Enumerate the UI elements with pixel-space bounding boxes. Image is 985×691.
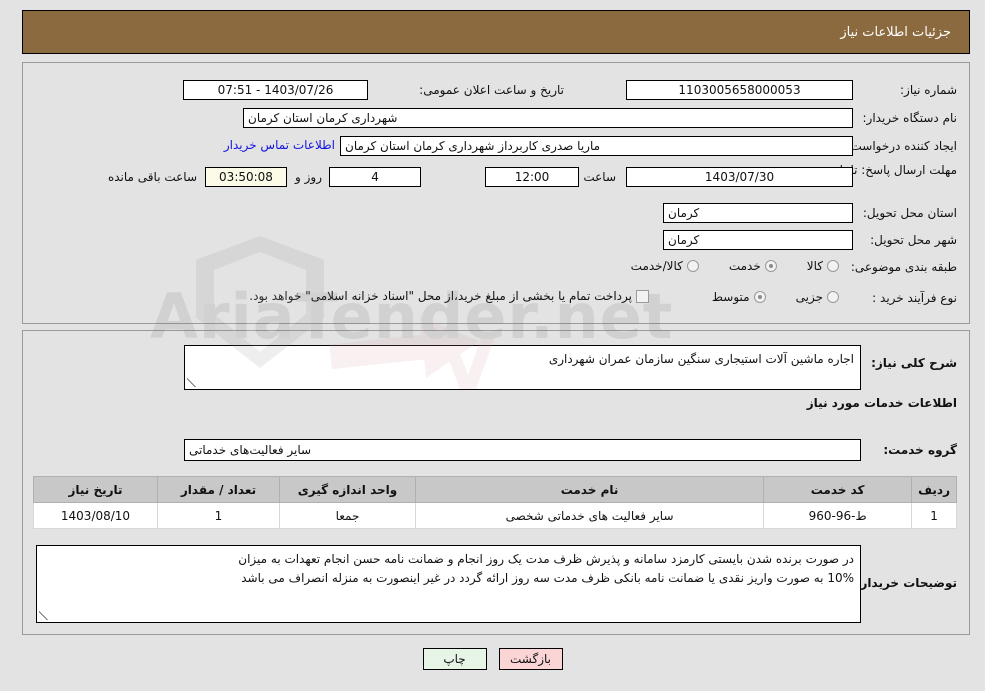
buyer-org-label: نام دستگاه خریدار: (862, 111, 958, 125)
countdown-field: 03:50:08 (205, 167, 287, 187)
deadline-hour-label: ساعت (583, 170, 616, 184)
print-button[interactable]: چاپ (422, 648, 487, 670)
requester-label: ایجاد کننده درخواست: (846, 139, 957, 153)
back-button[interactable]: بازگشت (498, 648, 563, 670)
buyer-notes-label: توضیحات خریدار: (855, 576, 957, 590)
remaining-time-label: ساعت باقی مانده (107, 170, 197, 184)
radio-category-kala[interactable] (827, 260, 839, 272)
radio-category-kala-label: کالا (806, 259, 823, 273)
buyer-notes-line-1: در صورت برنده شدن بایستی کارمزد سامانه و… (238, 552, 854, 566)
delivery-province-label: استان محل تحویل: (862, 206, 957, 220)
need-number-label: شماره نیاز: (900, 83, 957, 97)
service-items-table: ردیف کد خدمت نام خدمت واحد اندازه گیری ت… (33, 476, 957, 529)
need-summary-panel: شماره نیاز: 1103005658000053 تاریخ و ساع… (22, 62, 970, 324)
treasury-payment-text: پرداخت تمام یا بخشی از مبلغ خرید،از محل … (249, 289, 632, 303)
action-button-bar: بازگشت چاپ (0, 648, 985, 670)
radio-category-kala-khedmat-label: کالا/خدمت (630, 259, 683, 273)
table-header-row: ردیف کد خدمت نام خدمت واحد اندازه گیری ت… (33, 476, 957, 503)
general-description-textarea[interactable]: اجاره ماشین آلات استیجاری سنگین سازمان ع… (184, 345, 861, 390)
delivery-city-label: شهر محل تحویل: (870, 233, 957, 247)
radio-process-motevaset-label: متوسط (711, 290, 750, 304)
buyer-org-field[interactable]: شهرداری کرمان استان کرمان (243, 108, 853, 128)
th-service-name: نام خدمت (414, 476, 765, 503)
need-number-field[interactable]: 1103005658000053 (626, 80, 853, 100)
purchase-process-label: نوع فرآیند خرید : (872, 291, 957, 305)
category-radio-group: کالا خدمت کالا/خدمت (627, 259, 839, 273)
radio-process-motevaset[interactable] (753, 291, 766, 303)
radio-category-kala-khedmat[interactable] (686, 260, 699, 272)
cell-need-date: 1403/08/10 (33, 502, 158, 529)
th-need-date: تاریخ نیاز (33, 476, 158, 503)
radio-process-jozei[interactable] (827, 291, 839, 303)
remaining-days-field[interactable]: 4 (329, 167, 421, 187)
remaining-days-label: روز و (295, 170, 322, 184)
table-row: 1 ط-96-960 سایر فعالیت های خدماتی شخصی ج… (33, 502, 957, 529)
requester-field[interactable]: ماریا صدری کاربرداز شهرداری کرمان استان … (340, 136, 853, 156)
delivery-city-field[interactable]: کرمان (663, 230, 853, 250)
announcement-datetime-field[interactable]: 1403/07/26 - 07:51 (183, 80, 368, 100)
cell-unit: جمعا (279, 502, 416, 529)
page-title: جزئیات اطلاعات نیاز (840, 24, 951, 40)
process-radio-group: جزیی متوسط (708, 290, 839, 304)
services-section-title: اطلاعات خدمات مورد نیاز (806, 396, 957, 410)
buyer-notes-line-2: 10% به صورت واریز نقدی یا ضمانت نامه بان… (241, 571, 854, 585)
cell-service-name: سایر فعالیت های خدماتی شخصی (414, 502, 765, 529)
treasury-payment-option: پرداخت تمام یا بخشی از مبلغ خرید،از محل … (245, 289, 649, 303)
buyer-contact-link[interactable]: اطلاعات تماس خریدار (224, 138, 335, 152)
cell-quantity: 1 (157, 502, 280, 529)
subject-category-label: طبقه بندی موضوعی: (850, 260, 957, 274)
th-service-code: کد خدمت (763, 476, 913, 503)
deadline-date-field[interactable]: 1403/07/30 (626, 167, 853, 187)
delivery-province-field[interactable]: کرمان (663, 203, 853, 223)
radio-process-jozei-label: جزیی (795, 290, 823, 304)
page-title-bar: جزئیات اطلاعات نیاز (22, 10, 970, 54)
general-description-label: شرح کلی نیاز: (871, 356, 957, 370)
announcement-datetime-label: تاریخ و ساعت اعلان عمومی: (419, 83, 564, 97)
buyer-notes-textarea[interactable]: در صورت برنده شدن بایستی کارمزد سامانه و… (36, 545, 861, 623)
deadline-hour-field[interactable]: 12:00 (485, 167, 579, 187)
th-quantity: تعداد / مقدار (157, 476, 280, 503)
service-group-field[interactable]: سایر فعالیت‌های خدماتی (184, 439, 861, 461)
cell-service-code: ط-96-960 (763, 502, 913, 529)
th-radif: ردیف (911, 476, 957, 503)
treasury-payment-checkbox[interactable] (636, 289, 649, 303)
service-group-label: گروه خدمت: (883, 443, 957, 457)
radio-category-khedmat-label: خدمت (728, 259, 761, 273)
radio-category-khedmat[interactable] (764, 260, 777, 272)
need-details-panel: شرح کلی نیاز: اجاره ماشین آلات استیجاری … (22, 330, 970, 635)
th-unit: واحد اندازه گیری (279, 476, 416, 503)
cell-radif: 1 (911, 502, 957, 529)
